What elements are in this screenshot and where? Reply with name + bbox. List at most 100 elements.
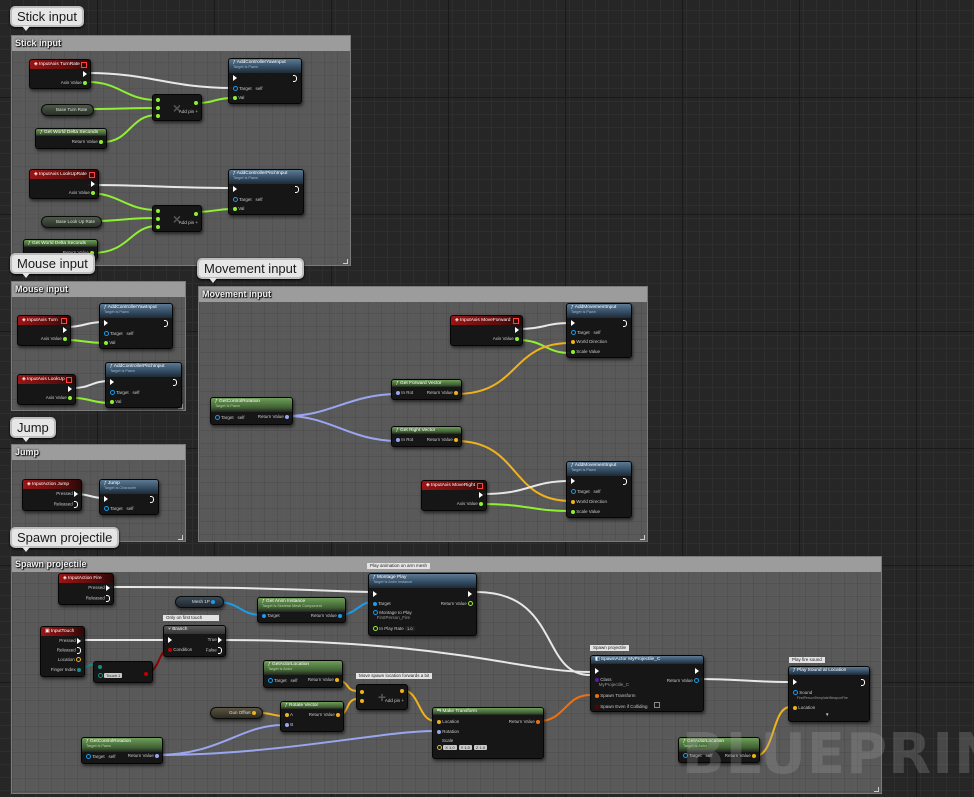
return-value-pin[interactable]: Return Value: [441, 601, 473, 607]
output-pin[interactable]: [400, 688, 404, 693]
target-pin[interactable]: Target self: [104, 331, 133, 337]
exec-in-pin[interactable]: [793, 679, 797, 685]
function-node-add-movement-input[interactable]: ƒ AddMovementInput Target is Pawn Target …: [566, 303, 632, 358]
true-pin[interactable]: True: [208, 637, 222, 643]
output-pin[interactable]: [144, 671, 148, 676]
bubble-stick-input[interactable]: Stick input: [10, 6, 84, 31]
input-pin[interactable]: [156, 208, 160, 213]
exec-out-pin[interactable]: [68, 386, 72, 392]
val-pin[interactable]: Val: [233, 95, 244, 100]
output-pin[interactable]: [194, 211, 198, 216]
exec-out-pin[interactable]: [623, 320, 627, 327]
function-node-spawn-actor[interactable]: ◧ SpawnActor MyProjectile_C Class MyProj…: [590, 655, 704, 712]
target-pin[interactable]: Target: [262, 613, 280, 618]
add-vector-node[interactable]: + Add pin +: [356, 684, 408, 710]
exec-in-pin[interactable]: [373, 591, 377, 597]
exec-out-pin[interactable]: [91, 181, 95, 187]
exec-out-pin[interactable]: [468, 591, 472, 597]
input-pin[interactable]: [360, 689, 364, 694]
bubble-jump[interactable]: Jump: [10, 417, 56, 442]
exec-out-pin[interactable]: [515, 327, 519, 333]
location-pin[interactable]: Location: [793, 705, 815, 710]
exec-in-pin[interactable]: [104, 320, 108, 326]
touch-select[interactable]: Touch 1: [98, 673, 124, 679]
exec-in-pin[interactable]: [233, 75, 237, 81]
exec-in-pin[interactable]: [571, 478, 575, 484]
input-pin[interactable]: [156, 224, 160, 229]
event-node-lookuprate[interactable]: ◈ InputAxis LookUpRate Axis Value: [29, 169, 99, 199]
variable-gun-offset[interactable]: Gun Offset: [210, 707, 263, 719]
function-node-get-anim-instance[interactable]: ƒ Get Anim Instance Target is Skeletal Me…: [257, 597, 346, 623]
val-pin[interactable]: Val: [104, 340, 115, 345]
axis-value-pin[interactable]: Axis Value: [457, 501, 483, 506]
pressed-pin[interactable]: Pressed: [56, 491, 78, 497]
return-value-pin[interactable]: Return Value: [427, 390, 458, 395]
exec-out-pin[interactable]: [695, 668, 699, 674]
return-value-pin[interactable]: Return Value: [311, 613, 342, 618]
target-pin[interactable]: Target: [373, 601, 391, 606]
add-pin-button[interactable]: Add pin +: [179, 220, 198, 225]
function-node-add-yaw[interactable]: ƒ AddControllerYawInput Target is Pawn Ta…: [228, 58, 302, 104]
return-value-pin[interactable]: Return Value: [72, 139, 103, 144]
function-node-montage-play[interactable]: ƒ Montage Play Target is Anim Instance Ta…: [368, 573, 477, 636]
scale-y-input[interactable]: Y 1.0: [458, 745, 472, 750]
function-node-rotate-vector[interactable]: ƒ Rotate Vector A Return Value B: [280, 701, 344, 732]
exec-in-pin[interactable]: [595, 668, 599, 674]
input-pin[interactable]: [156, 216, 160, 221]
event-node-fire[interactable]: ◈ InputAction Fire Pressed Released: [58, 573, 114, 605]
target-pin[interactable]: Target self: [104, 506, 133, 512]
scale-z-input[interactable]: Z 1.0: [473, 745, 488, 750]
location-pin[interactable]: Location: [58, 657, 81, 663]
resize-handle[interactable]: [178, 535, 183, 540]
target-pin[interactable]: Target self: [571, 489, 600, 495]
function-node-get-control-rotation[interactable]: ƒ GetControlRotation Target is Pawn Targe…: [210, 397, 293, 425]
add-pin-button[interactable]: Add pin +: [385, 698, 404, 703]
input-pin[interactable]: [156, 97, 160, 102]
function-node-make-transform[interactable]: ⇆ Make Transform Location Return Value R…: [432, 707, 544, 759]
scale-value-pin[interactable]: Scale Value: [571, 349, 600, 354]
event-node-move-forward[interactable]: ◈ InputAxis MoveForward Axis Value: [450, 315, 523, 346]
exec-in-pin[interactable]: [571, 320, 575, 326]
axis-value-pin[interactable]: Axis Value: [493, 336, 519, 341]
exec-in-pin[interactable]: [168, 637, 172, 643]
function-node-add-pitch[interactable]: ƒ AddControllerPitchInput Target is Pawn …: [105, 362, 182, 408]
return-value-pin[interactable]: Return Value: [667, 678, 699, 684]
expand-arrow-icon[interactable]: ▼: [825, 712, 829, 717]
function-node-get-actor-location[interactable]: ƒ GetActorLocation Target is Actor Target…: [263, 660, 343, 688]
input-pin[interactable]: [360, 698, 364, 703]
colliding-checkbox[interactable]: [653, 702, 660, 708]
function-node-get-control-rotation[interactable]: ƒ GetControlRotation Target is Pawn Targe…: [81, 737, 163, 764]
variable-base-turn-rate[interactable]: Base Turn Rate: [41, 104, 95, 116]
play-rate-input[interactable]: 1.0: [405, 626, 415, 631]
false-pin[interactable]: False: [206, 647, 222, 654]
function-node-play-sound[interactable]: ƒ Play Sound at Location Sound FirstPers…: [788, 666, 870, 722]
variable-base-lookup-rate[interactable]: Base Look Up Rate: [41, 216, 103, 228]
class-pin[interactable]: Class MyProjectile_C: [595, 677, 629, 687]
resize-handle[interactable]: [640, 535, 645, 540]
target-pin[interactable]: Target self: [86, 754, 115, 760]
enum-equal-node[interactable]: Touch 1: [93, 661, 153, 683]
exec-out-pin[interactable]: [164, 320, 168, 327]
target-pin[interactable]: Target self: [215, 415, 244, 421]
world-direction-pin[interactable]: World Direction: [571, 339, 607, 344]
montage-to-play-pin[interactable]: Montage to Play FirstPerson_Fire: [373, 610, 412, 620]
a-pin[interactable]: A: [285, 712, 293, 717]
scale-value-pin[interactable]: Scale Value: [571, 509, 600, 514]
return-value-pin[interactable]: Return Value: [128, 753, 159, 758]
axis-value-pin[interactable]: Axis Value: [61, 80, 87, 85]
in-rot-pin[interactable]: In Rot: [396, 390, 413, 395]
exec-out-pin[interactable]: [861, 679, 865, 686]
axis-value-pin[interactable]: Axis Value: [46, 395, 72, 400]
exec-out-pin[interactable]: [293, 75, 297, 82]
function-node-add-pitch[interactable]: ƒ AddControllerPitchInput Target is Pawn …: [228, 169, 304, 215]
released-pin[interactable]: Released: [57, 647, 81, 654]
branch-node[interactable]: ⑂ Branch True Condition False: [163, 625, 226, 657]
exec-in-pin[interactable]: [233, 186, 237, 192]
b-pin[interactable]: B: [285, 722, 293, 727]
scale-x-input[interactable]: X 1.0: [443, 745, 457, 750]
bubble-spawn-projectile[interactable]: Spawn projectile: [10, 527, 120, 552]
pressed-pin[interactable]: Pressed: [59, 638, 81, 644]
target-pin[interactable]: Target self: [233, 197, 262, 203]
target-pin[interactable]: Target self: [110, 390, 139, 396]
return-value-pin[interactable]: Return Value: [258, 414, 289, 419]
